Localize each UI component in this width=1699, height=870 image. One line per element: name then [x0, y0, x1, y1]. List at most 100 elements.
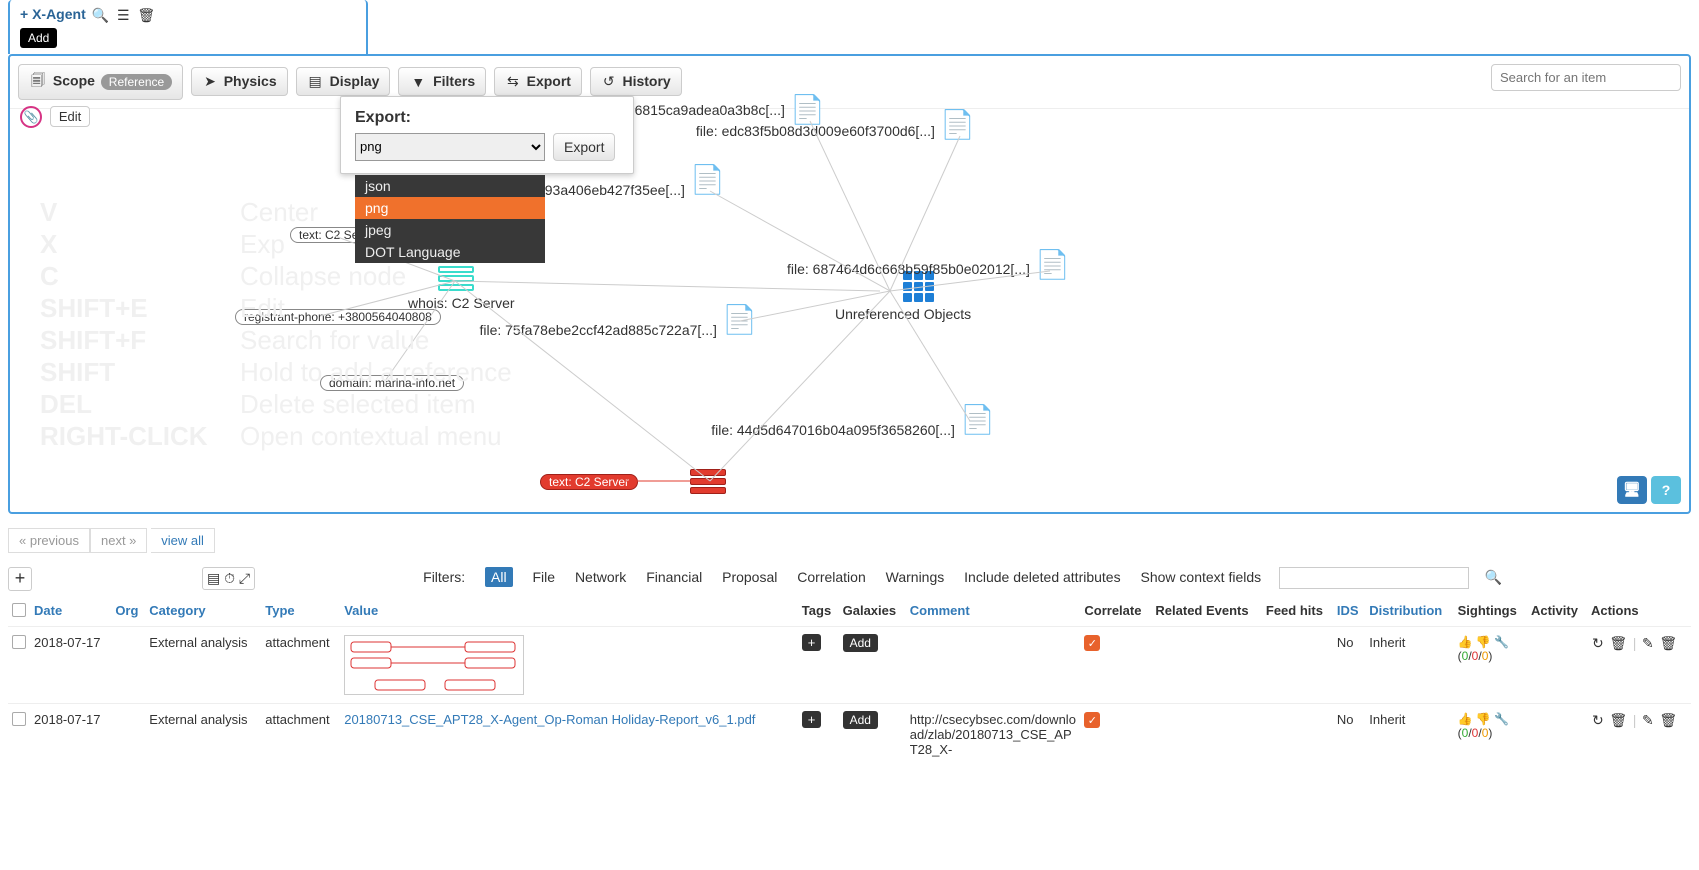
col-galaxies: Galaxies	[839, 597, 906, 627]
thumbs-up-icon[interactable]: 👍	[1458, 635, 1473, 649]
correlate-checkbox[interactable]: ✓	[1084, 712, 1100, 728]
export-option-png[interactable]: png	[355, 197, 545, 219]
refresh-icon[interactable]: ↻	[1592, 635, 1604, 651]
node-file[interactable]: 📄 file: 374896a75493a406eb427f35ee[...]	[690, 166, 725, 194]
filter-context[interactable]: Show context fields	[1141, 569, 1262, 585]
table-row: 2018-07-17 External analysis attachment …	[8, 703, 1691, 765]
node-file[interactable]: 📄 file: 44d5d647016b04a095f3658260[...]	[960, 406, 995, 434]
col-org[interactable]: Org	[111, 597, 145, 627]
row-checkbox[interactable]	[12, 635, 26, 649]
export-popup: Export: png Export json png jpeg DOT Lan…	[340, 96, 634, 174]
add-attribute-button[interactable]: +	[8, 567, 32, 591]
wrench-icon[interactable]: 🔧	[1494, 712, 1509, 726]
edit-mode-toggle[interactable]: 📎 Edit	[20, 106, 90, 128]
attribute-search-input[interactable]	[1280, 568, 1468, 588]
trash-icon[interactable]: 🗑	[137, 7, 155, 24]
filter-correlation[interactable]: Correlation	[797, 569, 865, 585]
filters-button[interactable]: ▼ Filters	[398, 67, 486, 96]
graph-search-input[interactable]	[1491, 64, 1681, 91]
node-unreferenced-objects[interactable]: Unreferenced Objects	[865, 271, 971, 322]
export-go-button[interactable]: Export	[553, 133, 615, 161]
search-icon[interactable]: 🔍	[92, 7, 109, 24]
filter-all[interactable]: All	[485, 567, 513, 587]
col-correlate: Correlate	[1080, 597, 1151, 627]
event-graph[interactable]: 🗐 Scope Reference ➤ Physics ▤ Display ▼ …	[8, 54, 1691, 514]
filter-network[interactable]: Network	[575, 569, 626, 585]
scope-icon: 🗐	[31, 70, 45, 94]
col-comment[interactable]: Comment	[906, 597, 1081, 627]
attachment-thumbnail[interactable]	[344, 635, 524, 695]
export-button[interactable]: ⇆ Export	[494, 67, 582, 97]
cell-dist: Inherit	[1365, 703, 1453, 765]
col-type[interactable]: Type	[261, 597, 340, 627]
col-value[interactable]: Value	[340, 597, 798, 627]
node-label: file: 75fa78ebe2ccf42ad885c722a7[...]	[479, 322, 716, 338]
view-all-button[interactable]: view all	[151, 528, 215, 553]
cell-category: External analysis	[145, 626, 261, 703]
list-icon[interactable]: ☰	[117, 7, 130, 24]
filter-deleted[interactable]: Include deleted attributes	[964, 569, 1120, 585]
filter-file[interactable]: File	[532, 569, 555, 585]
col-sightings: Sightings	[1454, 597, 1527, 627]
help-button[interactable]: ?	[1651, 476, 1681, 504]
fullscreen-button[interactable]: 🖥	[1617, 476, 1647, 504]
display-icon: ▤	[309, 73, 322, 90]
trash-icon[interactable]: 🗑	[1609, 635, 1627, 651]
export-format-dropdown[interactable]: json png jpeg DOT Language	[355, 175, 545, 263]
filter-warnings[interactable]: Warnings	[886, 569, 945, 585]
toolbar-tri-icons[interactable]: ▤ ⏱ ⤢	[202, 567, 255, 590]
filter-icon: ▼	[411, 74, 425, 90]
history-button[interactable]: ↺ History	[590, 67, 682, 97]
edit-icon[interactable]: ✎	[1642, 635, 1654, 651]
add-tag-button[interactable]: +	[802, 634, 822, 651]
add-galaxy-button[interactable]: Add	[843, 711, 878, 729]
thumbs-up-icon[interactable]: 👍	[1458, 712, 1473, 726]
file-icon: 📄	[940, 111, 975, 139]
search-icon[interactable]: 🔍	[1485, 569, 1502, 585]
row-checkbox[interactable]	[12, 712, 26, 726]
thumbs-down-icon[interactable]: 👎	[1476, 635, 1491, 649]
export-option-jpeg[interactable]: jpeg	[355, 219, 545, 241]
cell-sightings: 👍 👎 🔧 (0/0/0)	[1454, 626, 1527, 703]
next-page-button[interactable]: next »	[90, 528, 147, 553]
export-option-dot[interactable]: DOT Language	[355, 241, 545, 263]
cell-ids: No	[1333, 703, 1365, 765]
col-category[interactable]: Category	[145, 597, 261, 627]
thumbs-down-icon[interactable]: 👎	[1476, 712, 1491, 726]
export-popup-title: Export:	[355, 109, 619, 127]
filter-proposal[interactable]: Proposal	[722, 569, 777, 585]
physics-button[interactable]: ➤ Physics	[191, 67, 288, 97]
wrench-icon[interactable]: 🔧	[1494, 635, 1509, 649]
select-all-checkbox[interactable]	[12, 603, 26, 617]
cell-actions: ↻ 🗑 | ✎ 🗑	[1587, 626, 1691, 703]
filter-financial[interactable]: Financial	[646, 569, 702, 585]
scope-button[interactable]: 🗐 Scope Reference	[18, 64, 183, 100]
col-activity: Activity	[1527, 597, 1587, 627]
node-file[interactable]: 📄 file: dc40f11eb6815ca9adea0a3b8c[...]	[790, 96, 825, 124]
node-file[interactable]: 📄 file: 687464d6c668b59f85b0e02012[...]	[1035, 251, 1070, 279]
display-button[interactable]: ▤ Display	[296, 67, 391, 97]
col-dist[interactable]: Distribution	[1365, 597, 1453, 627]
x-agent-tag-link[interactable]: + X-Agent	[20, 6, 86, 22]
attachment-link[interactable]: 20180713_CSE_APT28_X-Agent_Op-Roman Holi…	[344, 712, 755, 727]
cell-type: attachment	[261, 626, 340, 703]
prev-page-button[interactable]: « previous	[8, 528, 90, 553]
node-text-c2-red[interactable]: text: C2 Server	[540, 473, 638, 490]
col-ids[interactable]: IDS	[1333, 597, 1365, 627]
add-tag-button[interactable]: Add	[20, 28, 57, 48]
trash-icon[interactable]: 🗑	[1609, 712, 1627, 728]
export-option-json[interactable]: json	[355, 175, 545, 197]
correlate-checkbox[interactable]: ✓	[1084, 635, 1100, 651]
node-c2-server[interactable]	[690, 469, 726, 495]
trash-icon[interactable]: 🗑	[1659, 635, 1677, 651]
cell-actions: ↻ 🗑 | ✎ 🗑	[1587, 703, 1691, 765]
node-file[interactable]: 📄 file: 75fa78ebe2ccf42ad885c722a7[...]	[722, 306, 757, 334]
col-date[interactable]: Date	[30, 597, 111, 627]
trash-icon[interactable]: 🗑	[1659, 712, 1677, 728]
refresh-icon[interactable]: ↻	[1592, 712, 1604, 728]
add-tag-button[interactable]: +	[802, 711, 822, 728]
export-format-select[interactable]: png	[355, 133, 545, 161]
add-galaxy-button[interactable]: Add	[843, 634, 878, 652]
edit-icon[interactable]: ✎	[1642, 712, 1654, 728]
node-file[interactable]: 📄 file: edc83f5b08d3d009e60f3700d6[...]	[940, 111, 975, 139]
